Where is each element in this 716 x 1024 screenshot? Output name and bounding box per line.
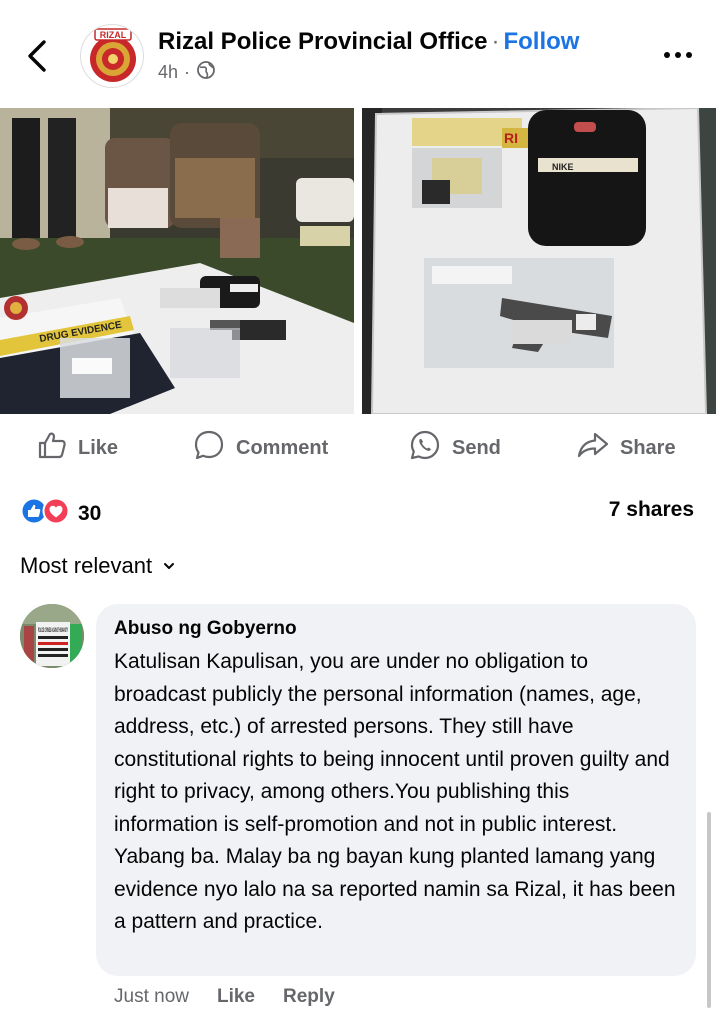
post-photo-right[interactable]: RI NIKE	[362, 108, 716, 414]
back-arrow-icon[interactable]	[22, 36, 56, 76]
send-button[interactable]: Send	[408, 430, 501, 466]
page-name-row: Rizal Police Provincial Office · Follow	[158, 28, 579, 56]
globe-icon	[196, 60, 216, 85]
share-button[interactable]: Share	[576, 430, 676, 466]
right-banner-label: RI	[504, 130, 518, 146]
comment-text: Katulisan Kapulisan, you are under no ob…	[114, 650, 676, 933]
avatar-sign-text: POLICE CRIMES AGAINST HUMANITY	[38, 627, 68, 634]
more-options-icon[interactable]	[660, 40, 696, 70]
post-meta: 4h ·	[158, 60, 216, 85]
share-label: Share	[620, 436, 676, 459]
scrollbar[interactable]	[707, 812, 711, 1008]
logo-text: RIZAL	[100, 30, 127, 40]
thumbs-up-icon	[36, 429, 68, 467]
whatsapp-icon	[408, 428, 442, 468]
comment-author[interactable]: Abuso ng Gobyerno	[114, 618, 678, 640]
comment-label: Comment	[236, 436, 329, 459]
follow-button[interactable]: Follow	[503, 28, 579, 55]
comment-time: Just now	[114, 986, 189, 1007]
comment-reply-button[interactable]: Reply	[283, 986, 335, 1008]
reaction-count: 30	[78, 501, 102, 525]
comment-button[interactable]: Comment	[192, 430, 328, 466]
comment-sort-dropdown[interactable]: Most relevant	[20, 553, 176, 579]
comment-bubble-icon	[192, 428, 226, 468]
commenter-avatar[interactable]: POLICE CRIMES AGAINST HUMANITY	[20, 604, 84, 668]
comment-like-button[interactable]: Like	[217, 986, 255, 1008]
comment-meta: Just now Like Reply	[114, 986, 335, 1008]
shares-count[interactable]: 7 shares	[609, 498, 694, 522]
post-photo-left[interactable]: DRUG EVIDENCE	[0, 108, 354, 414]
like-button[interactable]: Like	[36, 430, 118, 466]
comment-bubble: Abuso ng Gobyerno Katulisan Kapulisan, y…	[96, 604, 696, 976]
post-action-bar: Like Comment Send Share	[0, 420, 716, 476]
police-seal-logo: RIZAL	[90, 28, 136, 82]
love-reaction-icon	[42, 497, 70, 530]
page-name[interactable]: Rizal Police Provincial Office	[158, 28, 487, 55]
name-separator: ·	[491, 28, 500, 55]
like-label: Like	[78, 436, 119, 459]
send-label: Send	[452, 436, 501, 459]
meta-dot: ·	[184, 62, 191, 82]
post-time[interactable]: 4h	[158, 62, 178, 83]
page-avatar[interactable]: RIZAL	[80, 24, 144, 88]
sort-label: Most relevant	[20, 553, 153, 578]
post-header: RIZAL Rizal Police Provincial Office · Fol…	[0, 0, 716, 108]
share-arrow-icon	[576, 428, 610, 468]
reactions-summary[interactable]: 30	[20, 497, 101, 530]
bag-brand-label: NIKE	[552, 162, 574, 172]
chevron-down-icon	[162, 553, 176, 579]
